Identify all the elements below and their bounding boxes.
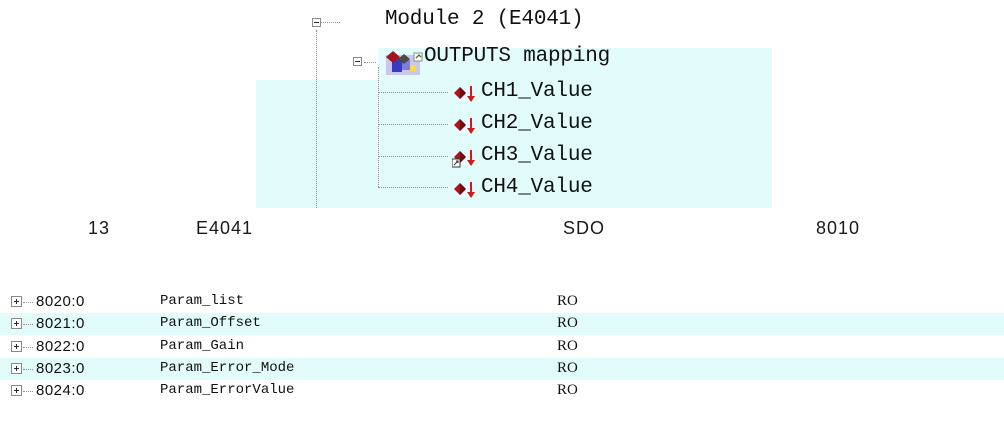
mapping-node-label[interactable]: OUTPUTS mapping (424, 45, 610, 68)
object-name: Param_list (160, 293, 245, 309)
object-row[interactable]: 8021:0 Param_Offset RO (0, 313, 1004, 335)
module-node-label[interactable]: Module 2 (E4041) (385, 8, 584, 31)
object-access-flags: RO (557, 382, 578, 398)
caption-figure-number: 13 (88, 218, 111, 238)
channel-node-label[interactable]: CH4_Value (481, 176, 593, 199)
channel-node-label[interactable]: CH1_Value (481, 80, 593, 103)
tree-connector (378, 187, 448, 188)
object-name: Param_Error_Mode (160, 360, 295, 376)
tree-connector (23, 347, 33, 348)
collapse-toggle-module[interactable] (312, 18, 321, 27)
tree-connector (23, 369, 33, 370)
output-variable-icon (452, 83, 478, 105)
device-tree-panel: Module 2 (E4041) OUTPUTS mapping CH1_Val… (256, 0, 772, 208)
object-index: 8020:0 (36, 293, 85, 310)
channel-node-label[interactable]: CH2_Value (481, 112, 593, 135)
linked-output-variable-icon (451, 147, 478, 169)
tree-connector (378, 124, 448, 125)
object-index: 8021:0 (36, 315, 85, 332)
object-row[interactable]: 8022:0 Param_Gain RO (0, 336, 1004, 358)
expand-toggle[interactable] (11, 341, 22, 352)
expand-toggle[interactable] (11, 296, 22, 307)
caption-protocol: SDO (563, 218, 606, 238)
caption-module: E4041 (196, 218, 254, 238)
object-name: Param_Gain (160, 338, 245, 354)
output-variable-icon (452, 179, 478, 201)
expand-toggle[interactable] (11, 318, 22, 329)
tree-connector (378, 92, 448, 93)
object-index: 8024:0 (36, 382, 85, 399)
tree-connector (23, 302, 33, 303)
tree-connector (364, 62, 376, 63)
object-row[interactable]: 8023:0 Param_Error_Mode RO (0, 358, 1004, 380)
tree-connector (320, 22, 340, 23)
object-access-flags: RO (557, 315, 578, 331)
tree-connector (316, 30, 317, 208)
output-variable-icon (452, 115, 478, 137)
object-row[interactable]: 8024:0 Param_ErrorValue RO (0, 380, 1004, 402)
object-index: 8022:0 (36, 338, 85, 355)
expand-toggle[interactable] (11, 385, 22, 396)
object-access-flags: RO (557, 338, 578, 354)
channel-node-label[interactable]: CH3_Value (481, 144, 593, 167)
tree-connector (23, 391, 33, 392)
tree-connector (23, 324, 33, 325)
object-access-flags: RO (557, 293, 578, 309)
caption-index: 8010 (816, 218, 861, 238)
object-row[interactable]: 8020:0 Param_list RO (0, 291, 1004, 313)
object-name: Param_ErrorValue (160, 382, 295, 398)
object-access-flags: RO (557, 360, 578, 376)
object-index: 8023:0 (36, 360, 85, 377)
tree-connector (378, 67, 379, 187)
collapse-toggle-mapping[interactable] (353, 57, 362, 66)
mapping-icon (384, 49, 428, 77)
tree-connector (378, 156, 448, 157)
object-name: Param_Offset (160, 315, 261, 331)
expand-toggle[interactable] (11, 363, 22, 374)
